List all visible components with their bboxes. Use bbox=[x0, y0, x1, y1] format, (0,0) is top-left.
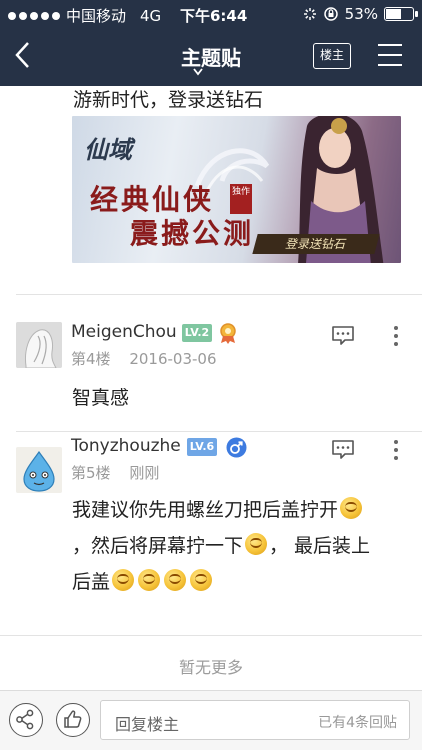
floor-number: 第5楼 bbox=[71, 464, 111, 482]
medal-icon bbox=[220, 323, 236, 344]
avatar[interactable] bbox=[16, 447, 62, 493]
smile-emoji-icon bbox=[164, 569, 187, 591]
status-bar: 中国移动 4G 下午6:44 53% bbox=[0, 0, 422, 28]
smile-emoji-icon bbox=[112, 569, 135, 591]
divider bbox=[0, 635, 422, 636]
only-author-button[interactable]: 楼主 bbox=[313, 43, 351, 69]
comment-icon[interactable] bbox=[331, 439, 355, 459]
no-more-label: 暂无更多 bbox=[178, 658, 243, 677]
ad-caption[interactable]: 游新时代，登录送钻石 bbox=[73, 86, 263, 112]
ad-banner[interactable]: 仙域 经典仙侠 独作 震撼公测 登录送钻石 bbox=[72, 116, 401, 263]
avatar-image bbox=[16, 447, 62, 493]
smile-emoji-icon bbox=[340, 497, 363, 519]
post-floor-5: Tonyzhouzhe LV.6 第5楼 刚刚 我建议你先用螺丝刀把后盖拧开 ，… bbox=[0, 436, 422, 642]
ad-cta-label: 登录送钻石 bbox=[252, 234, 380, 254]
smile-emoji-icon bbox=[138, 569, 161, 591]
post-meta: 第4楼 2016-03-06 bbox=[71, 348, 217, 369]
divider bbox=[16, 294, 422, 295]
level-badge: LV.2 bbox=[182, 324, 212, 342]
reply-input[interactable]: 回复楼主 已有4条回贴 bbox=[100, 700, 410, 740]
page-title[interactable]: 主题贴 bbox=[0, 42, 422, 71]
post-floor-4: MeigenChou LV.2 第4楼 2016-03-06 智真感 bbox=[0, 312, 422, 432]
more-options-icon[interactable] bbox=[394, 440, 398, 460]
clock: 下午6:44 bbox=[180, 7, 248, 25]
share-button[interactable] bbox=[9, 703, 43, 737]
share-icon bbox=[16, 709, 34, 730]
reply-placeholder: 回复楼主 bbox=[115, 715, 180, 734]
male-gender-icon bbox=[226, 437, 247, 458]
post-text-segment: 后盖 bbox=[72, 571, 111, 593]
divider bbox=[16, 431, 422, 432]
smile-emoji-icon bbox=[245, 533, 268, 555]
like-button[interactable] bbox=[56, 703, 90, 737]
signal-strength-icon bbox=[8, 11, 60, 20]
thumbs-up-icon bbox=[64, 710, 82, 728]
chevron-down-icon[interactable] bbox=[193, 68, 203, 76]
nav-bar: 主题贴 楼主 bbox=[0, 28, 422, 86]
post-time: 刚刚 bbox=[129, 464, 160, 482]
carrier-name: 中国移动 bbox=[66, 7, 127, 25]
more-options-icon[interactable] bbox=[394, 326, 398, 346]
post-time: 2016-03-06 bbox=[129, 350, 217, 368]
post-text: 我建议你先用螺丝刀把后盖拧开 ，然后将屏幕拧一下 ， 最后装上 后盖 bbox=[72, 492, 407, 600]
floor-number: 第4楼 bbox=[71, 350, 111, 368]
level-badge: LV.6 bbox=[187, 438, 217, 456]
ad-slogan-line2: 震撼公测 bbox=[130, 217, 255, 250]
bottom-toolbar: 回复楼主 已有4条回贴 bbox=[0, 690, 422, 750]
post-text: 智真感 bbox=[72, 387, 130, 409]
avatar[interactable] bbox=[16, 322, 62, 368]
ad-logo: 仙域 bbox=[84, 135, 132, 164]
post-text-segment: ， 最后装上 bbox=[269, 535, 371, 557]
username[interactable]: Tonyzhouzhe bbox=[71, 436, 181, 456]
post-meta: 第5楼 刚刚 bbox=[71, 462, 159, 483]
rotation-lock-icon bbox=[323, 7, 338, 21]
comment-icon[interactable] bbox=[331, 325, 355, 345]
smile-emoji-icon bbox=[190, 569, 213, 591]
top-header: 中国移动 4G 下午6:44 53% 主题贴 楼主 bbox=[0, 0, 422, 86]
loading-icon bbox=[303, 8, 316, 20]
hamburger-menu-icon[interactable] bbox=[378, 44, 402, 66]
ad-stamp: 独作 bbox=[230, 184, 252, 214]
avatar-image bbox=[16, 322, 62, 368]
battery-percent: 53% bbox=[344, 5, 378, 23]
network-type: 4G bbox=[140, 6, 162, 25]
post-text-segment: 我建议你先用螺丝刀把后盖拧开 bbox=[72, 499, 339, 521]
battery-icon bbox=[384, 7, 418, 21]
thread-content: 游新时代，登录送钻石 仙域 经典仙侠 独作 震撼公测 登录送钻石 MeigenC… bbox=[0, 86, 422, 690]
post-text-segment: ，然后将屏幕拧一下 bbox=[72, 535, 244, 557]
username[interactable]: MeigenChou bbox=[71, 322, 177, 342]
reply-count[interactable]: 已有4条回贴 bbox=[318, 712, 397, 732]
